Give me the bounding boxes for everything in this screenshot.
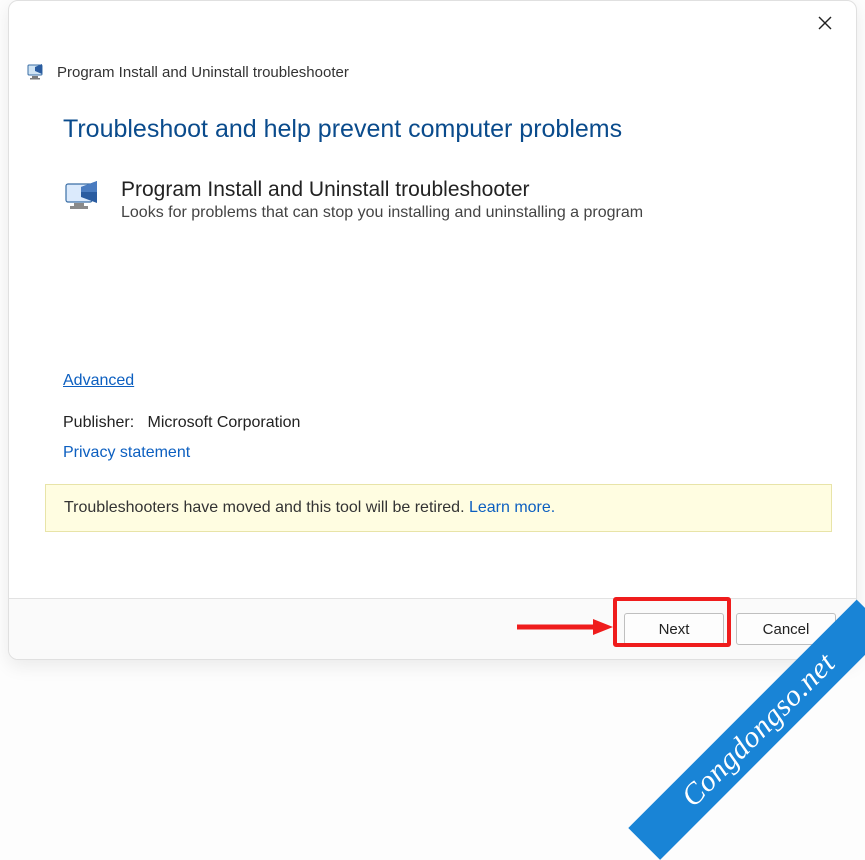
advanced-link[interactable]: Advanced: [63, 372, 134, 389]
privacy-statement-link[interactable]: Privacy statement: [63, 444, 190, 462]
troubleshooter-text: Program Install and Uninstall troublesho…: [121, 178, 643, 222]
content-area: Troubleshoot and help prevent computer p…: [9, 81, 856, 598]
page-heading: Troubleshoot and help prevent computer p…: [63, 115, 802, 144]
retirement-notice: Troubleshooters have moved and this tool…: [45, 484, 832, 532]
cancel-button[interactable]: Cancel: [736, 613, 836, 645]
publisher-value: Microsoft Corporation: [148, 414, 301, 431]
troubleshooter-window: Program Install and Uninstall troublesho…: [8, 0, 857, 660]
troubleshooter-large-icon: [63, 178, 103, 218]
next-button[interactable]: Next: [624, 613, 724, 645]
close-icon: [818, 16, 832, 30]
header: Program Install and Uninstall troublesho…: [9, 1, 856, 81]
troubleshooter-title: Program Install and Uninstall troublesho…: [121, 178, 643, 202]
publisher-row: Publisher: Microsoft Corporation: [63, 414, 802, 432]
header-title: Program Install and Uninstall troublesho…: [57, 64, 349, 81]
notice-text: Troubleshooters have moved and this tool…: [64, 499, 469, 516]
close-button[interactable]: [808, 9, 842, 37]
publisher-label: Publisher:: [63, 414, 134, 431]
troubleshooter-description: Looks for problems that can stop you ins…: [121, 204, 643, 222]
footer: Next Cancel: [9, 598, 856, 659]
learn-more-link[interactable]: Learn more.: [469, 499, 555, 516]
troubleshooter-small-icon: [27, 63, 47, 81]
troubleshooter-block: Program Install and Uninstall troublesho…: [63, 178, 802, 222]
